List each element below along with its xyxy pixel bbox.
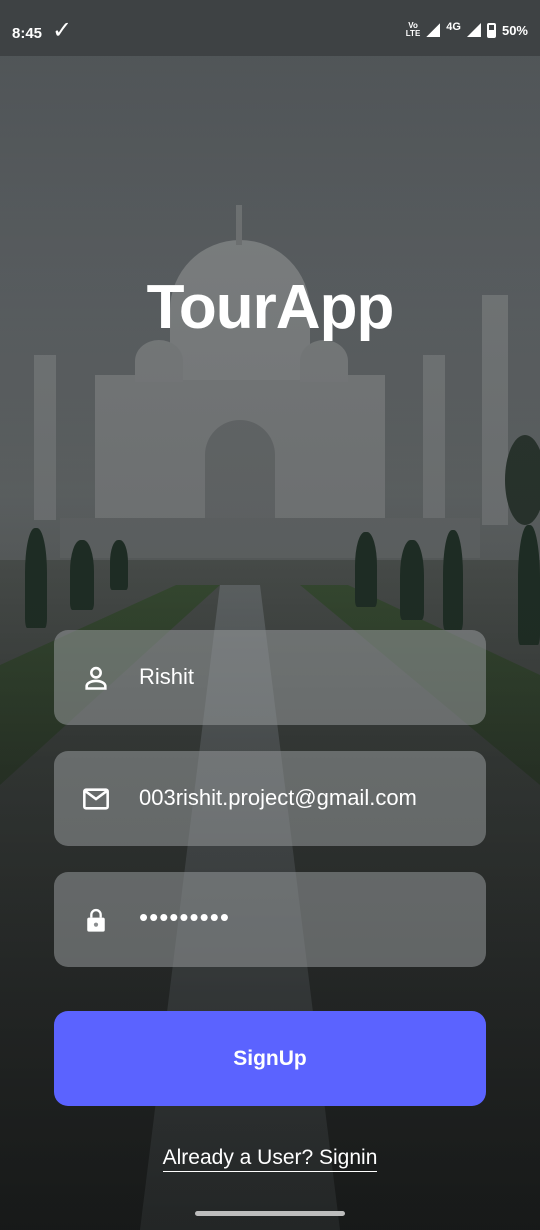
status-time: 8:45 [12,25,43,42]
app-title: TourApp [146,273,395,342]
mail-icon [83,788,109,810]
home-indicator[interactable] [195,1211,345,1216]
signin-link[interactable]: Already a User? Signin [162,1146,378,1172]
signal-icon [466,23,481,37]
signal-icon [426,23,441,37]
name-value: Rishit [139,664,195,689]
email-value: 003rishit.project@gmail.com [139,785,417,810]
email-field[interactable]: 003rishit.project@gmail.com [54,751,486,846]
name-field[interactable]: Rishit [54,630,486,725]
check-icon: ✓ [52,17,73,44]
signup-button[interactable]: SignUp [54,1011,486,1106]
person-icon [85,666,107,690]
password-value: ••••••••• [139,902,230,932]
network-type: 4G [446,21,461,33]
battery-percent: 50% [501,22,528,38]
volte-indicator: Vo LTE [405,21,421,38]
battery-icon [486,22,496,38]
password-field[interactable]: ••••••••• [54,872,486,967]
lock-icon [87,908,105,932]
signin-link-row: Already a User? Signin [0,1146,540,1172]
status-bar: 8:45 ✓ Vo LTE 4G 50% [0,0,540,56]
